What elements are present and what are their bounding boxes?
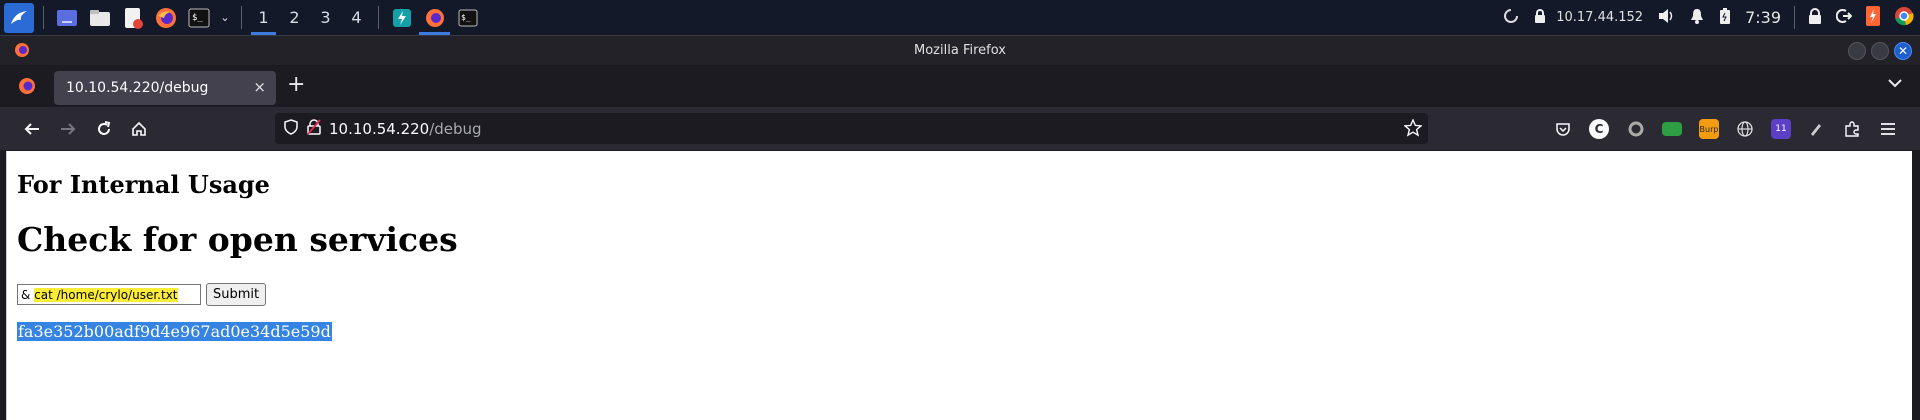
burpsuite-tray-icon[interactable]	[1866, 5, 1880, 30]
app-icon[interactable]	[388, 4, 415, 31]
command-output: fa3e352b00adf9d4e967ad0e34d5e59d	[17, 322, 332, 341]
cookie-editor-icon[interactable]: C	[1589, 119, 1609, 139]
reload-button[interactable]	[90, 115, 118, 143]
workspace-2[interactable]: 2	[279, 0, 310, 35]
command-input-prefix: &	[21, 287, 35, 302]
chevron-down-icon[interactable]: ⌄	[218, 4, 232, 31]
command-input-value: cat /home/crylo/user.txt	[34, 287, 178, 302]
globe-extension-icon[interactable]	[1735, 119, 1755, 139]
system-tray: 10.17.44.152 7:39	[1496, 0, 1920, 35]
svg-text:$_: $_	[461, 13, 471, 22]
chrome-tray-icon[interactable]	[1894, 6, 1914, 30]
file-manager-icon[interactable]	[86, 4, 113, 31]
clock[interactable]: 7:39	[1745, 8, 1781, 27]
terminal-window-icon[interactable]: $_	[454, 4, 481, 31]
window-border-right	[1912, 151, 1920, 420]
url-bar[interactable]: 10.10.54.220/debug	[275, 113, 1428, 144]
insecure-lock-icon[interactable]	[307, 118, 321, 139]
maximize-button[interactable]	[1871, 42, 1889, 60]
text-editor-icon[interactable]	[119, 4, 146, 31]
firefox-window-icon[interactable]	[419, 4, 450, 35]
back-button[interactable]	[18, 115, 46, 143]
command-input[interactable]: & cat /home/crylo/user.txt	[17, 284, 201, 305]
vpn-lock-icon[interactable]	[1533, 8, 1547, 28]
taskbar: $_ ⌄ 1 2 3 4 $_ 10.17.44.152 7:39	[0, 0, 1920, 35]
list-all-tabs-icon[interactable]	[1888, 76, 1902, 92]
pen-extension-icon[interactable]	[1806, 119, 1826, 139]
minimize-button[interactable]	[1848, 42, 1866, 60]
loading-icon	[1503, 8, 1519, 28]
menu-hamburger-icon[interactable]	[1878, 119, 1898, 139]
firefox-logo-icon	[14, 42, 30, 62]
submit-button[interactable]: Submit	[206, 283, 267, 306]
cube-extension-icon[interactable]: 11	[1771, 119, 1791, 139]
money-extension-icon[interactable]	[1662, 122, 1682, 136]
tab-close-icon[interactable]: ×	[253, 78, 266, 96]
tracking-shield-icon[interactable]	[283, 118, 299, 139]
page-subtitle: For Internal Usage	[17, 170, 270, 199]
firefox-view-icon[interactable]	[18, 77, 36, 99]
terminal-launcher-icon[interactable]: $_	[185, 4, 212, 31]
home-button[interactable]	[125, 115, 153, 143]
circle-extension-icon[interactable]	[1626, 119, 1646, 139]
tab-title: 10.10.54.220/debug	[66, 80, 209, 96]
close-window-button[interactable]: ✕	[1894, 42, 1912, 60]
volume-icon[interactable]	[1657, 8, 1675, 28]
new-tab-button[interactable]: +	[287, 72, 305, 97]
lock-screen-icon[interactable]	[1808, 7, 1822, 28]
page-heading: Check for open services	[17, 220, 458, 259]
url-path: /debug	[429, 120, 482, 138]
workspace-4[interactable]: 4	[341, 0, 372, 35]
page-content: For Internal Usage Check for open servic…	[6, 151, 1912, 420]
firefox-launcher-icon[interactable]	[152, 4, 179, 31]
pocket-icon[interactable]	[1553, 119, 1573, 139]
bookmark-star-icon[interactable]	[1403, 118, 1423, 141]
foxyproxy-burp-icon[interactable]: Burp	[1699, 119, 1719, 139]
workspace-3[interactable]: 3	[310, 0, 341, 35]
window-titlebar: Mozilla Firefox ✕	[0, 35, 1920, 65]
battery-icon[interactable]	[1719, 7, 1731, 29]
notification-bell-icon[interactable]	[1689, 8, 1705, 28]
svg-text:$_: $_	[192, 13, 203, 23]
vpn-ip-address: 10.17.44.152	[1556, 10, 1644, 25]
workspace-1[interactable]: 1	[248, 0, 279, 35]
navigation-bar: 10.10.54.220/debug C Burp 11	[0, 107, 1920, 150]
desktop-icon[interactable]	[53, 4, 80, 31]
url-host: 10.10.54.220	[329, 120, 430, 138]
kali-menu-icon[interactable]	[4, 2, 34, 33]
window-title: Mozilla Firefox	[914, 43, 1006, 58]
tab-debug[interactable]: 10.10.54.220/debug ×	[54, 71, 276, 105]
forward-button[interactable]	[54, 115, 82, 143]
logout-icon[interactable]	[1835, 8, 1853, 28]
extensions-puzzle-icon[interactable]	[1842, 119, 1862, 139]
